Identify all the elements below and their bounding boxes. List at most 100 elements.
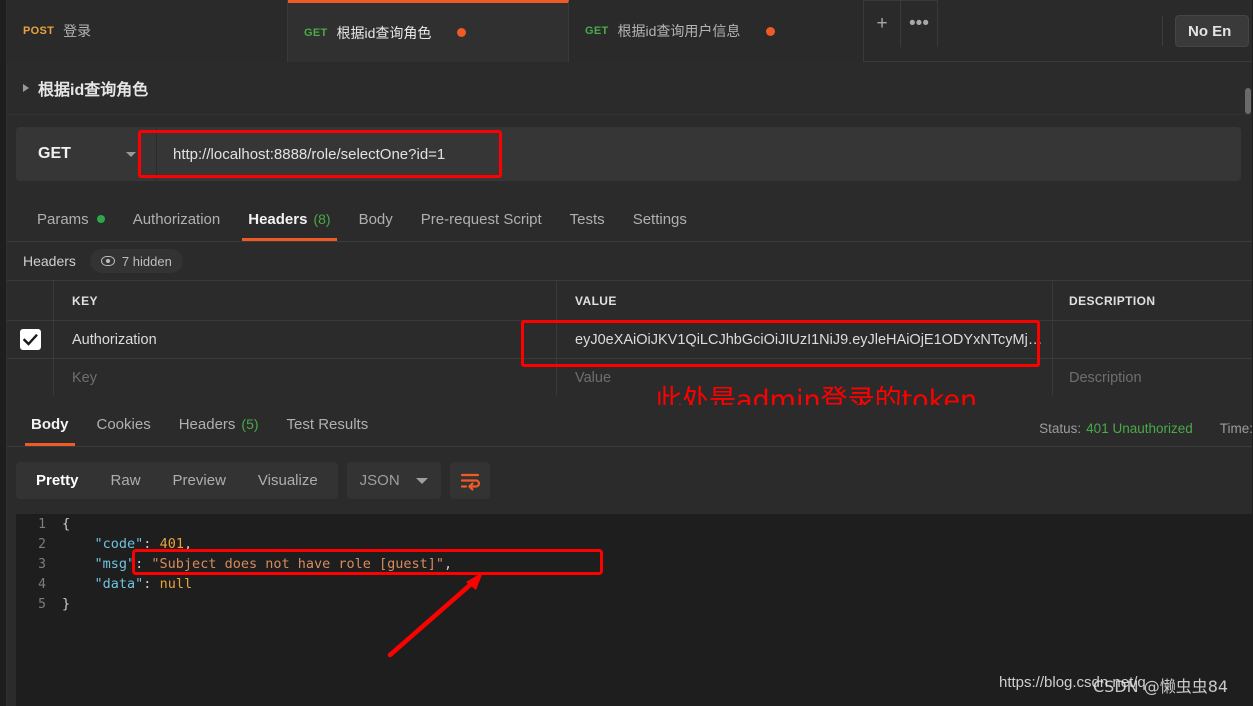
view-visualize-button[interactable]: Visualize [242,462,334,499]
vertical-scrollbar-thumb[interactable] [1245,88,1251,114]
code-text: { [62,516,71,532]
status-badge[interactable]: 401 Unauthorized [1086,421,1193,436]
response-view-switcher: Pretty Raw Preview Visualize [16,462,338,499]
hidden-headers-label: 7 hidden [121,253,172,269]
tab-title: 根据id查询用户信息 [617,23,741,39]
table-row-placeholder: Key Value Description [7,358,1253,396]
tab-count: (5) [241,416,259,432]
headers-table: KEY VALUE DESCRIPTION Authorization eyJ0… [7,280,1253,396]
divider [1162,16,1163,46]
code-text: "msg": "Subject does not have role [gues… [94,556,453,572]
tab-headers[interactable]: Headers (8) [234,197,344,241]
response-format-label: JSON [359,472,400,489]
eye-icon [100,256,115,266]
tab-title: 登录 [63,23,92,39]
placeholder-checkbox-cell [7,359,54,396]
tab-count: (8) [313,211,331,227]
word-wrap-toggle[interactable] [449,462,490,499]
view-pretty-button[interactable]: Pretty [20,462,95,499]
row-enabled-checkbox[interactable] [19,329,41,350]
chevron-down-icon [126,151,136,157]
url-input[interactable]: http://localhost:8888/role/selectOne?id=… [157,146,1241,163]
column-header-value: VALUE [575,293,617,308]
response-tab-headers[interactable]: Headers (5) [165,402,273,446]
status-label: Status: [1039,421,1082,436]
environment-selector[interactable]: No En [1175,15,1249,47]
http-method-label: GET [38,145,71,162]
tab-options-button[interactable]: ••• [901,0,938,47]
hidden-headers-toggle[interactable]: 7 hidden [89,249,183,273]
unsaved-indicator-icon [457,28,467,37]
tab-method-label: GET [304,26,328,39]
header-key-input[interactable]: Authorization [72,332,157,348]
new-header-key-input[interactable]: Key [72,370,97,386]
code-line: 4 "data": null [16,574,1253,594]
sidebar-edge [0,0,7,706]
word-wrap-icon [460,473,480,490]
tab-label: Body [31,415,69,433]
code-line: 5} [16,594,1253,614]
table-header-row: KEY VALUE DESCRIPTION [7,280,1253,320]
watermark-csdn: CSDN @懒虫虫84 [1093,677,1229,696]
code-text: "code": 401, [94,536,193,552]
request-tab-user-by-id[interactable]: GET 根据id查询用户信息 [569,0,864,62]
response-section-tabs: Body Cookies Headers (5) Test Results St… [7,405,1253,447]
column-header-description: DESCRIPTION [1069,293,1156,308]
new-header-value-input[interactable]: Value [575,370,611,386]
code-text: "data": null [94,576,193,592]
tab-body[interactable]: Body [345,197,407,241]
time-label: Time: [1219,421,1253,436]
chevron-down-icon [415,477,428,484]
tab-label: Test Results [286,415,369,433]
request-section-tabs: Params Authorization Headers (8) Body Pr… [7,198,1253,242]
chevron-right-icon[interactable] [23,84,29,92]
code-line: 3 "msg": "Subject does not have role [gu… [16,554,1253,574]
http-method-selector[interactable]: GET [16,127,156,181]
tab-method-label: POST [23,25,55,37]
headers-panel-bar: Headers 7 hidden [7,242,1253,280]
response-format-selector[interactable]: JSON [346,462,441,499]
code-line: 2 "code": 401, [16,534,1253,554]
tab-label: Headers [248,210,308,228]
code-lines-container: 1{2 "code": 401, 3 "msg": "Subject does n… [16,514,1253,614]
response-status-area: Status: 401 Unauthorized Time: [1039,421,1253,436]
tab-label: Tests [569,210,605,228]
tab-label: Body [358,210,393,228]
view-preview-button[interactable]: Preview [157,462,242,499]
code-text: } [62,596,71,612]
tab-title: 根据id查询角色 [336,24,432,41]
url-bar-zone: GET http://localhost:8888/role/selectOne… [7,115,1253,198]
response-tab-body[interactable]: Body [17,402,83,446]
tab-pre-request-script[interactable]: Pre-request Script [407,197,556,241]
response-view-toolbar: Pretty Raw Preview Visualize JSON [7,447,1253,514]
params-present-icon [96,215,105,223]
tab-label: Authorization [132,210,221,228]
page-title: 根据id查询角色 [38,82,149,99]
tab-label: Pre-request Script [420,210,542,228]
response-tab-test-results[interactable]: Test Results [273,402,383,446]
header-value-input[interactable]: eyJ0eXAiOiJKV1QiLCJhbGciOiJIUzI1NiJ9.eyJ… [575,332,1052,348]
tab-authorization[interactable]: Authorization [119,197,235,241]
tab-label: Cookies [96,415,151,433]
postman-window: POST 登录 GET 根据id查询角色 GET 根据id查询用户信息 + ••… [0,0,1253,706]
tab-settings[interactable]: Settings [619,197,701,241]
headers-panel-title: Headers [23,253,76,269]
tab-label: Params [37,210,89,228]
tab-params[interactable]: Params [23,197,119,241]
url-bar: GET http://localhost:8888/role/selectOne… [16,127,1241,181]
tab-label: Headers [178,415,236,433]
unsaved-indicator-icon [766,26,776,36]
column-header-key: KEY [72,293,98,308]
line-number: 2 [38,536,46,552]
tab-tests[interactable]: Tests [556,197,619,241]
new-header-description-input[interactable]: Description [1069,370,1142,386]
request-tab-login[interactable]: POST 登录 [7,0,288,62]
response-tab-cookies[interactable]: Cookies [83,402,165,446]
tabstrip-spacer [938,0,1162,62]
request-tab-role-by-id[interactable]: GET 根据id查询角色 [288,0,569,62]
line-number: 4 [38,576,46,592]
view-raw-button[interactable]: Raw [95,462,157,499]
header-cell-checkbox [7,281,54,320]
code-line: 1{ [16,514,1253,534]
new-tab-button[interactable]: + [864,0,901,47]
